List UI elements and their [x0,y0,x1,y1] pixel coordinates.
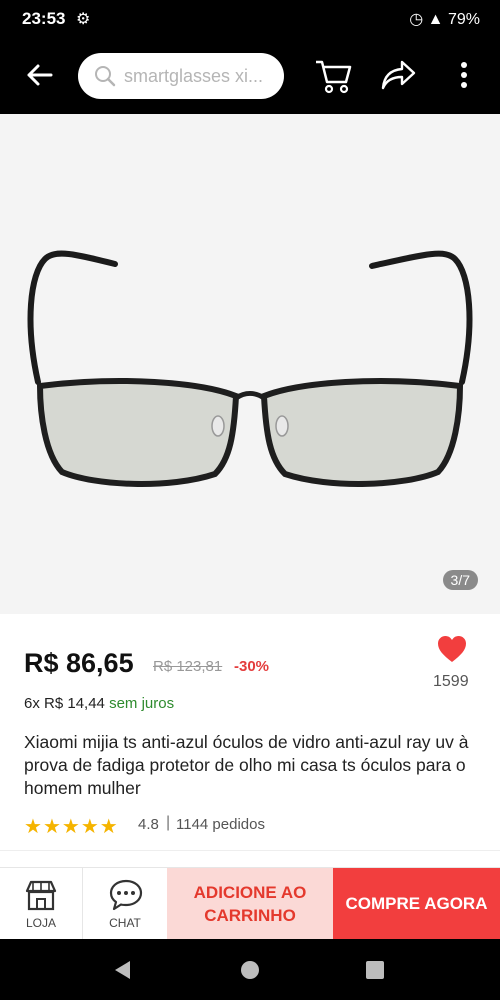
star-icon: ★ [61,816,81,838]
installments-amount: 6x R$ 14,44 [24,695,105,712]
chat-label: CHAT [109,916,141,930]
cart-icon[interactable] [314,58,352,94]
product-image-glasses [0,114,500,614]
search-icon [95,66,116,87]
wishlist-count: 1599 [433,673,469,690]
status-bar: 23:53 ⚙ ◷ ▲ 79% [0,0,500,38]
add-to-cart-button[interactable]: ADICIONE AO CARRINHO [167,868,333,940]
store-label: LOJA [25,916,56,930]
share-icon[interactable] [380,58,418,92]
product-price: R$ 86,65 [24,648,134,678]
rating-stars: ★★★★★ [24,814,119,839]
signal-icon: ▲ [427,11,444,28]
buy-now-button[interactable]: COMPRE AGORA [333,868,500,940]
divider [0,850,500,851]
wishlist-heart-icon[interactable] [436,634,468,664]
star-icon: ★ [80,816,100,838]
rating-separator: | [166,814,171,831]
product-image-gallery[interactable]: 3/7 [0,114,500,614]
battery-percent: 79% [447,11,480,28]
store-button[interactable]: LOJA [0,868,83,940]
store-icon [25,880,57,911]
system-navigation-bar [0,939,500,1000]
installments-note: sem juros [109,695,175,712]
status-indicators: ◷ ▲ 79% [409,9,480,29]
installments-info: 6x R$ 14,44 sem juros [24,695,174,712]
orders-count: 1144 pedidos [176,816,265,833]
star-icon: ★ [99,816,119,838]
nav-recents-icon[interactable] [364,959,386,981]
app-bar: smartglasses xi... [0,38,500,114]
nav-back-icon[interactable] [112,959,134,981]
discount-badge: -30% [234,658,270,675]
status-time: 23:53 [22,9,66,28]
notification-icons: ⚙ [76,11,91,28]
original-price: R$ 123,81 [153,658,223,675]
alarm-icon: ◷ [409,11,424,28]
star-icon: ★ [42,816,62,838]
bottom-action-bar: LOJA CHAT ADICIONE AO CARRINHO COMPRE AG… [0,867,500,940]
product-title: Xiaomi mijia ts anti-azul óculos de vidr… [24,732,469,798]
search-input[interactable]: smartglasses xi... [78,53,284,99]
rating-score: 4.8 [138,816,159,833]
more-options-icon[interactable] [457,60,471,90]
chat-button[interactable]: CHAT [84,868,166,940]
image-counter: 3/7 [442,570,478,590]
star-icon: ★ [24,816,43,838]
search-placeholder: smartglasses xi... [124,66,264,86]
nav-home-icon[interactable] [239,959,261,981]
back-arrow-icon[interactable] [24,60,54,90]
chat-icon [109,879,143,911]
